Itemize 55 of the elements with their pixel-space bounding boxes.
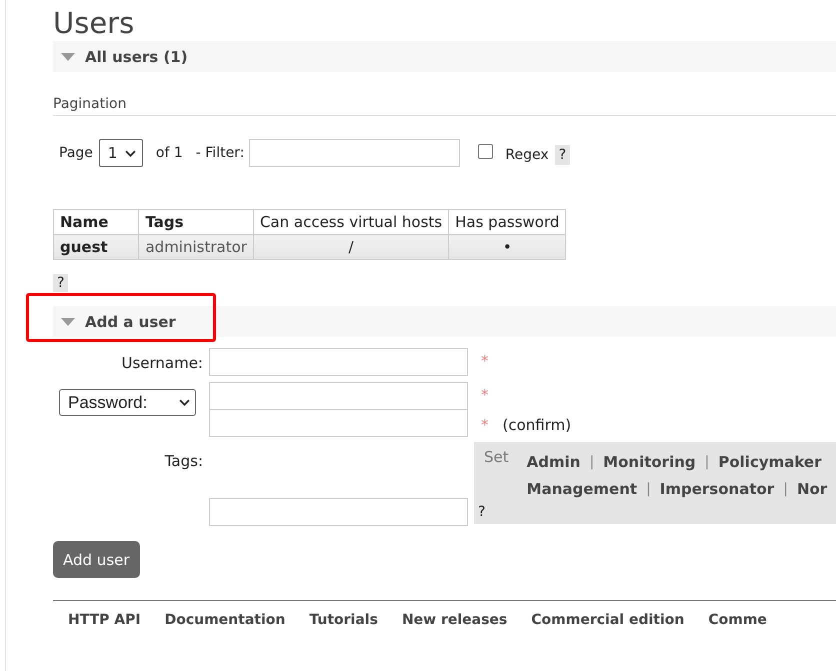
tag-link[interactable]: Nor (796, 480, 828, 498)
tags-field[interactable] (209, 498, 468, 526)
tag-link[interactable]: Management (526, 480, 638, 498)
required-mark: * (480, 385, 490, 404)
column-header: Name (54, 210, 139, 234)
tag-link[interactable]: Admin (526, 452, 580, 470)
expand-triangle-icon (61, 52, 75, 60)
confirm-password-field[interactable] (209, 409, 468, 437)
footer-link[interactable]: New releases (402, 612, 508, 628)
regex-checkbox[interactable] (478, 144, 494, 158)
required-mark: * (480, 351, 490, 370)
tags-label: Tags: (164, 452, 203, 470)
filter-field[interactable] (249, 139, 460, 167)
footer-link[interactable]: Documentation (164, 612, 286, 628)
password-field[interactable] (209, 382, 468, 410)
tag-link[interactable]: Impersonator (660, 480, 774, 498)
username-label: Username: (120, 353, 203, 372)
filter-label: - Filter: (196, 145, 244, 161)
table-cell: guest (54, 234, 139, 260)
footer-link[interactable]: Commercial edition (531, 612, 684, 628)
footer-link[interactable]: Comme (708, 612, 767, 628)
username-field[interactable] (209, 348, 468, 376)
separator: | (783, 480, 788, 496)
tag-link[interactable]: Policymaker (718, 452, 822, 470)
pagination-label: Pagination (53, 96, 836, 116)
column-header: Has password (448, 210, 566, 234)
section-header[interactable]: Add a user (53, 306, 836, 337)
required-mark: * (480, 415, 488, 434)
page-label: Page (59, 145, 93, 161)
footer-link[interactable]: Tutorials (309, 612, 378, 628)
tag-link[interactable]: Monitoring (603, 452, 696, 470)
separator: | (704, 454, 710, 470)
column-header: Can access virtual hosts (253, 210, 449, 234)
chevron-icon (179, 399, 190, 406)
separator: | (589, 454, 594, 470)
page-title: Users (53, 6, 136, 40)
confirm-label: (confirm) (502, 415, 572, 434)
set-label: Set (484, 448, 509, 466)
table-cell: administrator (138, 234, 254, 260)
chevron-icon (124, 150, 136, 156)
column-header: Tags (138, 210, 254, 234)
separator: | (646, 480, 651, 496)
expand-triangle-icon (61, 318, 75, 326)
table-cell: • (448, 234, 566, 260)
page-count: of 1 (156, 145, 183, 161)
help-button[interactable]: ? (554, 145, 570, 165)
password-select[interactable]: Password: (59, 389, 196, 416)
add-user-button[interactable]: Add user (53, 541, 140, 578)
regex-label: Regex (505, 147, 549, 163)
help-button[interactable]: ? (478, 504, 486, 520)
help-button[interactable]: ? (53, 274, 68, 292)
footer-link[interactable]: HTTP API (68, 612, 141, 628)
page-select[interactable]: 1 (98, 139, 143, 167)
table-cell: / (253, 234, 449, 260)
section-header[interactable]: All users (1) (53, 41, 836, 72)
